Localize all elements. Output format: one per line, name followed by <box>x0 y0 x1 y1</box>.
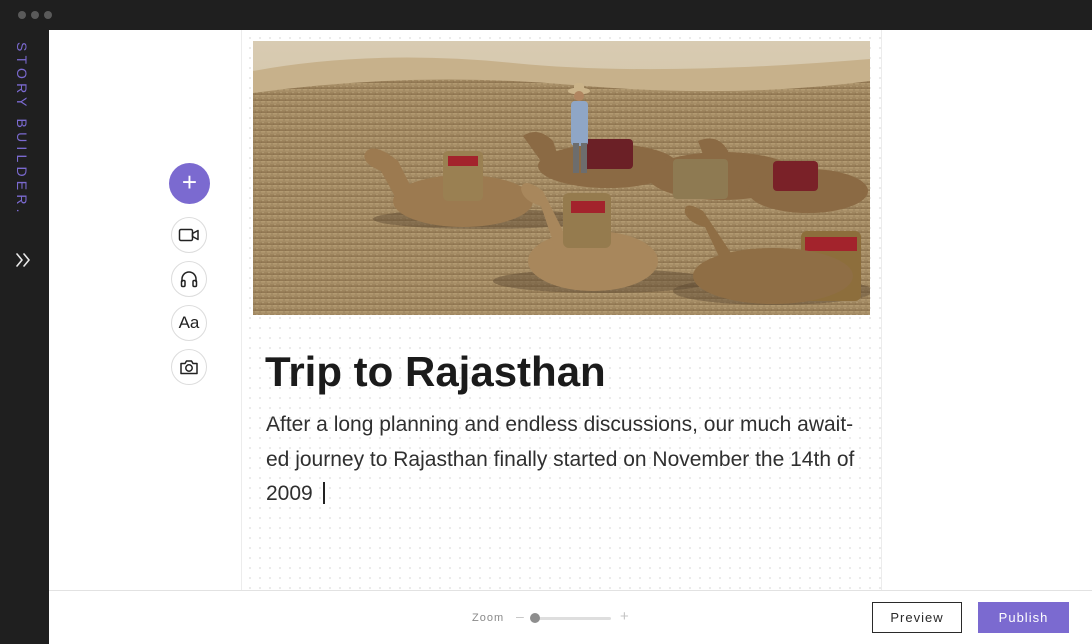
text-cursor <box>322 482 325 504</box>
window-maximize-dot[interactable] <box>44 11 52 19</box>
editor-canvas: + Aa Trip to Rajasthan After a long plan… <box>49 30 1092 590</box>
camels-desert-photo <box>253 41 870 315</box>
story-body-content: After a long planning and endless discus… <box>266 413 855 505</box>
zoom-label: Zoom <box>472 612 505 624</box>
brand-logo: STORY BUILDER. <box>14 42 30 217</box>
story-cover-image[interactable] <box>253 41 870 315</box>
zoom-slider-thumb[interactable] <box>530 613 540 623</box>
zoom-slider-track[interactable] <box>531 617 611 620</box>
add-photo-button[interactable] <box>171 349 207 385</box>
window-minimize-dot[interactable] <box>31 11 39 19</box>
add-audio-button[interactable] <box>171 261 207 297</box>
add-block-button[interactable]: + <box>169 163 210 204</box>
window-title-bar <box>0 0 1092 30</box>
story-body-text[interactable]: After a long planning and endless discus… <box>266 408 866 512</box>
publish-button[interactable]: Publish <box>978 602 1069 633</box>
video-camera-icon <box>178 228 199 242</box>
story-title[interactable]: Trip to Rajasthan <box>265 348 606 396</box>
headphones-icon <box>180 271 198 288</box>
preview-button[interactable]: Preview <box>872 602 962 633</box>
chevrons-right-icon <box>16 253 30 267</box>
camera-icon <box>180 360 198 375</box>
editor-footer: Zoom – + Preview Publish <box>49 590 1092 644</box>
zoom-out-button[interactable]: – <box>516 608 524 624</box>
sidebar: STORY BUILDER. <box>0 30 49 644</box>
window-close-dot[interactable] <box>18 11 26 19</box>
add-text-button[interactable]: Aa <box>171 305 207 341</box>
expand-sidebar-button[interactable] <box>14 250 34 270</box>
story-page: Trip to Rajasthan After a long planning … <box>241 30 882 590</box>
text-style-icon: Aa <box>178 313 200 332</box>
zoom-in-button[interactable]: + <box>620 608 629 625</box>
add-video-button[interactable] <box>171 217 207 253</box>
